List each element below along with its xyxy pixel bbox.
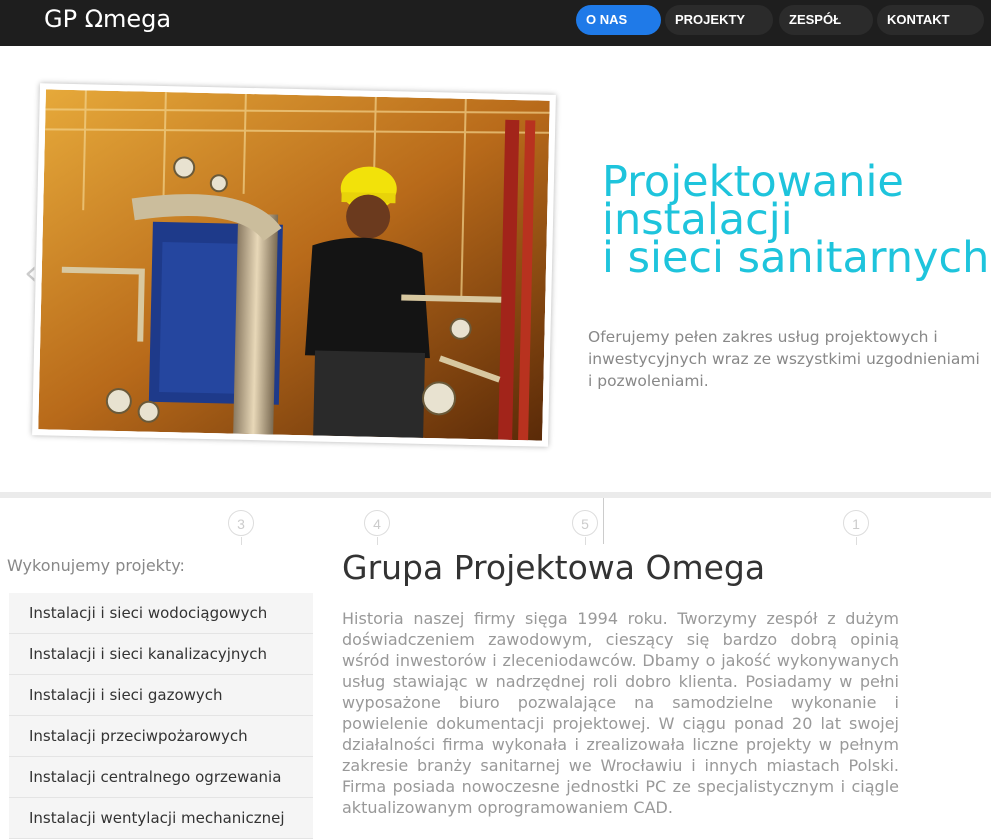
nav-zespol[interactable]: ZESPÓŁ	[779, 5, 873, 35]
slide-number-bubble[interactable]: 4	[364, 510, 390, 545]
nav-projekty[interactable]: PROJEKTY	[665, 5, 773, 35]
projects-list: Instalacji i sieci wodociągowych Instala…	[9, 593, 313, 839]
slide-number-bubble[interactable]: 3	[228, 510, 254, 545]
brand-logo[interactable]: GP Ωmega	[44, 5, 171, 33]
sidebar-item-wentylacji[interactable]: Instalacji wentylacji mechanicznej	[9, 798, 313, 839]
hero-title-line-3: i sieci sanitarnych	[602, 233, 990, 283]
slider-divider	[0, 492, 991, 498]
slide-number-bubble[interactable]: 1	[843, 510, 869, 545]
sidebar-item-gazowych[interactable]: Instalacji i sieci gazowych	[9, 675, 313, 716]
hero-title: Projektowanie instalacji i sieci sanitar…	[602, 161, 991, 283]
top-navigation-bar: GP Ωmega O NAS PROJEKTY ZESPÓŁ KONTAKT	[0, 0, 991, 46]
page-title: Grupa Projektowa Omega	[342, 548, 766, 587]
slide-number-bubble[interactable]: 5	[572, 510, 598, 545]
sidebar-item-centralnego-ogrzewania[interactable]: Instalacji centralnego ogrzewania	[9, 757, 313, 798]
industrial-photo	[38, 89, 550, 441]
sidebar-title: Wykonujemy projekty:	[7, 556, 185, 575]
hero-photo-frame	[32, 83, 556, 447]
hero-description: Oferujemy pełen zakres usług projektowyc…	[588, 328, 980, 390]
nav-o-nas[interactable]: O NAS	[576, 5, 661, 35]
sidebar-item-wodociagowych[interactable]: Instalacji i sieci wodociągowych	[9, 593, 313, 634]
slider-divider-line	[603, 498, 604, 544]
sidebar-item-kanalizacyjnych[interactable]: Instalacji i sieci kanalizacyjnych	[9, 634, 313, 675]
company-description: Historia naszej firmy sięga 1994 roku. T…	[342, 609, 899, 817]
nav-kontakt[interactable]: KONTAKT	[877, 5, 984, 35]
sidebar-item-przeciwpozarowych[interactable]: Instalacji przeciwpożarowych	[9, 716, 313, 757]
